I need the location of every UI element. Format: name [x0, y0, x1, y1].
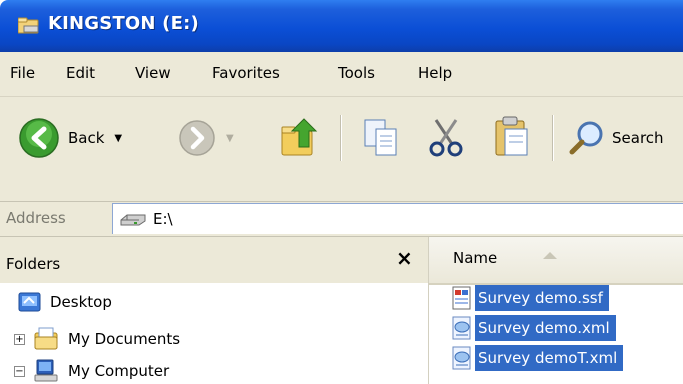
menu-help[interactable]: Help — [418, 64, 452, 82]
tree-label: My Documents — [68, 330, 181, 348]
file-name: Survey demo.ssf — [475, 285, 609, 311]
forward-dropdown-icon[interactable]: ▼ — [226, 133, 234, 144]
column-name-label: Name — [453, 249, 498, 267]
copy-icon — [364, 119, 397, 156]
back-dropdown-icon[interactable]: ▼ — [114, 133, 122, 144]
forward-button[interactable]: ▼ — [178, 119, 234, 157]
back-arrow-icon — [19, 118, 59, 158]
file-item[interactable]: Survey demoT.xml — [451, 343, 624, 373]
cut-button[interactable] — [426, 117, 466, 159]
my-computer-icon — [34, 359, 58, 382]
tree-item-my-computer[interactable]: − My Computer — [14, 359, 169, 383]
title-bar[interactable]: KINGSTON (E:) — [0, 0, 683, 52]
drive-folder-icon — [18, 17, 39, 34]
menu-file[interactable]: File — [10, 64, 35, 82]
xml-file-icon — [452, 346, 471, 370]
forward-arrow-icon — [179, 120, 215, 156]
address-input[interactable]: E:\ — [112, 203, 683, 234]
window-title: KINGSTON (E:) — [48, 13, 199, 34]
folders-header: Folders × — [0, 237, 428, 283]
file-item[interactable]: Survey demo.xml — [451, 313, 616, 343]
search-icon — [569, 121, 603, 155]
collapse-icon[interactable]: − — [14, 365, 25, 377]
up-folder-icon — [281, 118, 318, 156]
address-bar: Address E:\ — [0, 202, 683, 237]
xml-file-icon — [452, 316, 471, 340]
file-name: Survey demoT.xml — [475, 345, 624, 371]
copy-button[interactable] — [362, 117, 402, 159]
search-label: Search — [612, 129, 664, 147]
address-label: Address — [6, 209, 66, 227]
menu-tools[interactable]: Tools — [338, 64, 375, 82]
my-documents-icon — [34, 327, 58, 350]
back-button[interactable]: Back ▼ — [18, 117, 122, 159]
folders-pane: Folders × Desktop + My Documents − My Co… — [0, 237, 429, 384]
folders-title: Folders — [6, 255, 61, 273]
up-folder-button[interactable] — [280, 115, 322, 159]
menu-view[interactable]: View — [135, 64, 171, 82]
search-button[interactable]: Search — [568, 119, 664, 157]
sort-ascending-icon — [543, 252, 557, 259]
menu-favorites[interactable]: Favorites — [212, 64, 280, 82]
file-item[interactable]: Survey demo.ssf — [451, 283, 609, 313]
address-value: E:\ — [153, 210, 173, 228]
back-label: Back — [68, 129, 105, 147]
menu-edit[interactable]: Edit — [66, 64, 95, 82]
column-header-name[interactable]: Name — [429, 237, 683, 285]
close-icon[interactable]: × — [396, 246, 413, 270]
expand-icon[interactable]: + — [14, 333, 25, 345]
toolbar: Back ▼ ▼ Search — [0, 97, 683, 202]
paste-icon — [495, 116, 528, 156]
desktop-icon — [18, 292, 41, 312]
drive-icon — [120, 214, 146, 226]
paste-button[interactable] — [492, 115, 532, 159]
tree-item-desktop[interactable]: Desktop — [18, 291, 112, 313]
cut-icon — [429, 119, 463, 157]
file-name: Survey demo.xml — [475, 315, 616, 341]
tree-label: Desktop — [50, 293, 112, 311]
tree-label: My Computer — [68, 362, 170, 380]
tree-item-my-documents[interactable]: + My Documents — [14, 327, 180, 351]
menu-bar: File Edit View Favorites Tools Help — [0, 52, 683, 97]
files-pane: Name Survey demo.ssf Survey demo.xml Sur… — [429, 237, 683, 384]
ssf-file-icon — [452, 286, 471, 310]
